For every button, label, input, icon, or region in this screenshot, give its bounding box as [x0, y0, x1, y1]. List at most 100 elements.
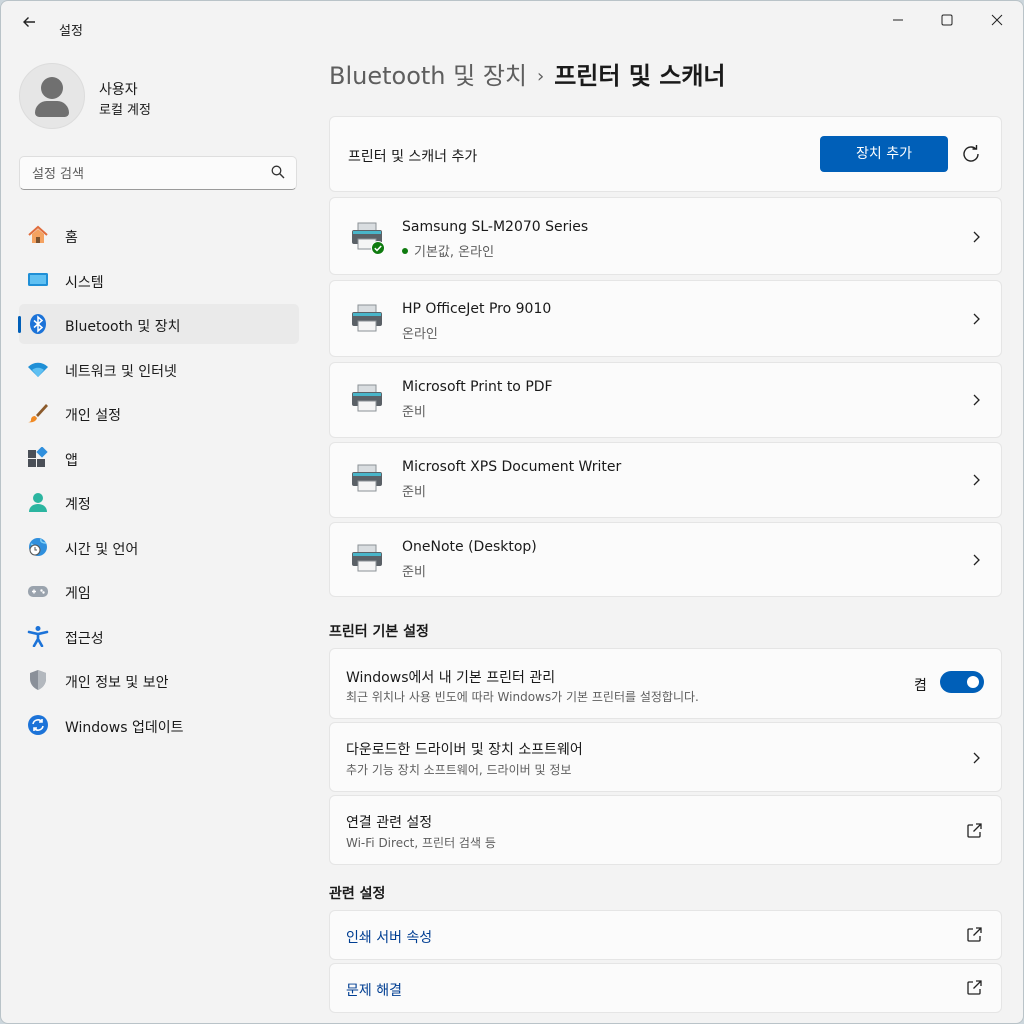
title-bar: 설정	[1, 1, 1023, 41]
setting-description: 최근 위치나 사용 빈도에 따라 Windows가 기본 프린터를 설정합니다.	[346, 690, 699, 704]
connection-settings-row[interactable]: 연결 관련 설정 Wi-Fi Direct, 프린터 검색 등	[329, 795, 1002, 865]
sidebar-item-label: 홈	[65, 230, 78, 246]
printer-name: Microsoft Print to PDF	[402, 379, 553, 395]
sidebar-item-label: 시간 및 언어	[65, 541, 139, 558]
settings-search[interactable]	[19, 156, 297, 190]
printer-name: Samsung SL-M2070 Series	[402, 219, 589, 235]
manage-default-toggle[interactable]	[940, 671, 984, 693]
chevron-right-icon	[973, 554, 980, 566]
avatar-head	[41, 77, 63, 99]
printer-row[interactable]: Microsoft XPS Document Writer 준비	[329, 442, 1002, 518]
printer-icon	[352, 464, 382, 492]
printer-status: 준비	[402, 405, 426, 420]
sidebar-item-network[interactable]: 네트워크 및 인터넷	[19, 349, 299, 389]
chevron-right-icon	[973, 752, 980, 764]
maximize-button[interactable]	[926, 7, 968, 35]
printer-row[interactable]: Samsung SL-M2070 Series 기본값, 온라인	[329, 197, 1002, 275]
sidebar-item-windows-update[interactable]: Windows 업데이트	[19, 705, 299, 745]
sidebar-item-label: Bluetooth 및 장치	[65, 319, 181, 335]
print-server-properties-row[interactable]: 인쇄 서버 속성	[329, 910, 1002, 960]
user-profile[interactable]: 사용자 로컬 계정	[19, 63, 309, 131]
refresh-icon[interactable]	[960, 143, 982, 165]
globe-clock-icon	[29, 537, 47, 556]
breadcrumb: Bluetooth 및 장치 › 프린터 및 스캐너	[329, 59, 726, 96]
printer-preferences-heading: 프린터 기본 설정	[329, 624, 429, 640]
sidebar-nav: 홈 시스템 Bluetooth 및 장치 네트워크 및 인터넷 개인 설정 앱 …	[18, 215, 299, 749]
breadcrumb-parent[interactable]: Bluetooth 및 장치	[329, 62, 527, 90]
system-icon	[28, 272, 48, 286]
chevron-right-icon	[973, 231, 980, 243]
sidebar-item-accessibility[interactable]: 접근성	[19, 616, 299, 656]
user-name: 사용자	[99, 82, 138, 98]
troubleshoot-row[interactable]: 문제 해결	[329, 963, 1002, 1013]
sidebar-item-accounts[interactable]: 계정	[19, 482, 299, 522]
open-external-icon	[967, 823, 982, 838]
apps-icon	[28, 446, 48, 467]
setting-title: 다운로드한 드라이버 및 장치 소프트웨어	[346, 742, 583, 758]
minimize-icon	[893, 19, 903, 21]
wifi-icon	[28, 362, 48, 377]
printer-name: OneNote (Desktop)	[402, 539, 537, 555]
sidebar-item-apps[interactable]: 앱	[19, 438, 299, 478]
online-dot	[402, 248, 408, 254]
printer-status: 준비	[402, 485, 426, 500]
account-type: 로컬 계정	[99, 103, 151, 118]
printer-icon	[352, 304, 382, 332]
sidebar-item-system[interactable]: 시스템	[19, 260, 299, 300]
sidebar-item-label: 계정	[65, 497, 91, 513]
chevron-right-icon	[973, 394, 980, 406]
app-title: 설정	[59, 24, 83, 39]
sidebar-item-label: 네트워크 및 인터넷	[65, 363, 177, 380]
sidebar-item-label: 접근성	[65, 630, 104, 647]
manage-default-printer-setting: Windows에서 내 기본 프린터 관리 최근 위치나 사용 빈도에 따라 W…	[329, 648, 1002, 719]
maximize-icon	[941, 14, 953, 26]
back-button[interactable]	[15, 11, 43, 33]
minimize-button[interactable]	[877, 7, 919, 35]
selection-indicator	[18, 316, 21, 333]
sidebar-item-home[interactable]: 홈	[19, 215, 299, 255]
sidebar-item-gaming[interactable]: 게임	[19, 571, 299, 611]
setting-title: 연결 관련 설정	[346, 815, 433, 831]
printer-status: 준비	[402, 565, 426, 580]
account-icon	[29, 493, 47, 512]
setting-description: 추가 기능 장치 소프트웨어, 드라이버 및 정보	[346, 763, 572, 777]
search-icon[interactable]	[270, 164, 286, 180]
printer-row[interactable]: HP OfficeJet Pro 9010 온라인	[329, 280, 1002, 357]
sidebar-item-time-language[interactable]: 시간 및 언어	[19, 527, 299, 567]
open-external-icon	[967, 927, 982, 942]
add-device-button[interactable]: 장치 추가	[820, 136, 948, 172]
gamepad-icon	[28, 586, 48, 597]
troubleshoot-link[interactable]: 문제 해결	[346, 980, 402, 1000]
avatar-body	[35, 101, 69, 117]
printer-icon	[352, 544, 382, 572]
arrow-left-icon	[23, 17, 35, 27]
add-printer-card: 프린터 및 스캐너 추가 장치 추가	[329, 116, 1002, 192]
sidebar-item-bluetooth[interactable]: Bluetooth 및 장치	[18, 304, 299, 344]
open-external-icon	[967, 980, 982, 995]
sidebar-item-label: 앱	[65, 452, 78, 469]
toggle-knob	[967, 676, 979, 688]
print-server-properties-link[interactable]: 인쇄 서버 속성	[346, 927, 432, 947]
printer-row[interactable]: OneNote (Desktop) 준비	[329, 522, 1002, 597]
chevron-right-icon	[973, 313, 980, 325]
drivers-software-row[interactable]: 다운로드한 드라이버 및 장치 소프트웨어 추가 기능 장치 소프트웨어, 드라…	[329, 722, 1002, 792]
printer-status: 기본값, 온라인	[402, 241, 494, 260]
toggle-state-label: 켬	[914, 678, 927, 694]
printer-name: Microsoft XPS Document Writer	[402, 459, 622, 475]
sidebar-item-label: Windows 업데이트	[65, 719, 184, 736]
printer-row[interactable]: Microsoft Print to PDF 준비	[329, 362, 1002, 438]
sidebar-item-label: 개인 정보 및 보안	[65, 675, 169, 691]
bluetooth-icon	[30, 314, 46, 334]
settings-window: 설정 사용자 로컬 계정 설정 검색 홈 시스템 Bluetooth 및 장치 …	[0, 0, 1024, 1024]
printer-name: HP OfficeJet Pro 9010	[402, 301, 552, 317]
accessibility-icon	[27, 625, 49, 647]
sidebar-item-label: 게임	[65, 586, 91, 602]
sidebar-item-privacy-security[interactable]: 개인 정보 및 보안	[19, 660, 299, 700]
search-input[interactable]	[30, 163, 264, 185]
update-icon	[28, 714, 48, 735]
close-button[interactable]	[976, 7, 1018, 35]
shield-icon	[30, 670, 46, 690]
sidebar-item-label: 개인 설정	[65, 408, 121, 424]
related-settings-heading: 관련 설정	[329, 886, 386, 902]
sidebar-item-personalization[interactable]: 개인 설정	[19, 393, 299, 433]
